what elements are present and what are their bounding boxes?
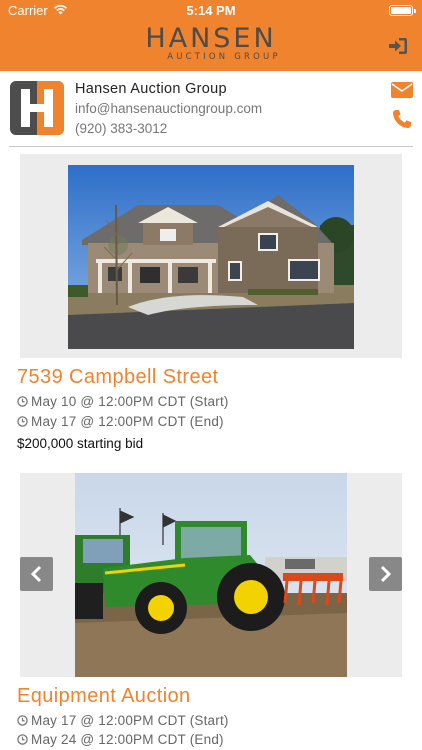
listing-title[interactable]: Equipment Auction: [17, 685, 191, 708]
listing-card[interactable]: Equipment Auction May 17 @ 12:00PM CDT (…: [0, 473, 422, 750]
agency-phone[interactable]: (920) 383-3012: [75, 121, 167, 136]
carousel-prev-button[interactable]: [20, 557, 53, 591]
start-date-text: May 10 @ 12:00PM CDT (Start): [31, 394, 229, 409]
listing-card[interactable]: 7539 Campbell Street May 10 @ 12:00PM CD…: [0, 154, 422, 459]
battery-icon: [389, 5, 416, 16]
agency-email[interactable]: info@hansenauctiongroup.com: [75, 101, 262, 116]
carousel-next-button[interactable]: [369, 557, 402, 591]
clock-icon: [17, 416, 28, 427]
clock-icon: [17, 396, 28, 407]
envelope-icon[interactable]: [391, 82, 413, 98]
chevron-right-icon: [380, 565, 392, 583]
clock-icon: [17, 715, 28, 726]
app-logo: HANSEN AUCTION GROUP: [0, 23, 422, 63]
end-date-text: May 24 @ 12:00PM CDT (End): [31, 732, 224, 747]
tractor-photo[interactable]: [75, 473, 347, 677]
chevron-left-icon: [30, 565, 42, 583]
listing-end-date: May 17 @ 12:00PM CDT (End): [17, 414, 224, 429]
divider: [9, 146, 413, 147]
listing-image-frame[interactable]: [20, 473, 402, 677]
listing-image-frame[interactable]: [20, 154, 402, 358]
start-date-text: May 17 @ 12:00PM CDT (Start): [31, 713, 229, 728]
listing-start-date: May 17 @ 12:00PM CDT (Start): [17, 713, 229, 728]
agency-card: Hansen Auction Group info@hansenauctiong…: [0, 71, 422, 147]
clock-icon: [17, 734, 28, 745]
status-time: 5:14 PM: [186, 3, 236, 18]
listing-end-date: May 24 @ 12:00PM CDT (End): [17, 732, 224, 747]
listing-start-date: May 10 @ 12:00PM CDT (Start): [17, 394, 229, 409]
starting-bid: $200,000 starting bid: [17, 436, 144, 451]
sign-in-icon[interactable]: [387, 35, 409, 57]
end-date-text: May 17 @ 12:00PM CDT (End): [31, 414, 224, 429]
logo-subtitle: AUCTION GROUP: [167, 52, 281, 62]
status-bar: Carrier 5:14 PM: [0, 0, 422, 22]
phone-icon[interactable]: [392, 109, 412, 129]
logo-wordmark: HANSEN: [145, 23, 277, 54]
agency-logo: [10, 81, 64, 135]
listing-title[interactable]: 7539 Campbell Street: [17, 366, 218, 389]
agency-name: Hansen Auction Group: [75, 81, 227, 97]
app-header: Carrier 5:14 PM HANSEN AUCTION GROUP: [0, 0, 422, 71]
house-photo[interactable]: [68, 165, 354, 349]
